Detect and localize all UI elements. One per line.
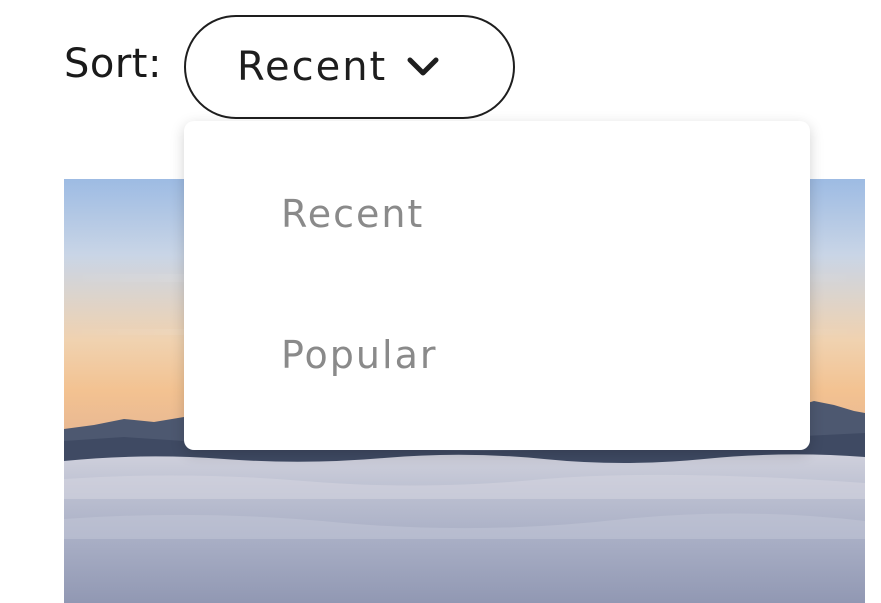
sort-label: Sort: bbox=[64, 41, 162, 87]
sort-dropdown-menu: Recent Popular bbox=[184, 121, 810, 450]
sort-dropdown-button[interactable]: Recent bbox=[184, 15, 515, 119]
chevron-down-icon bbox=[405, 55, 441, 79]
sort-option-recent[interactable]: Recent bbox=[184, 164, 810, 264]
sort-selected-value: Recent bbox=[237, 44, 388, 90]
sort-option-popular[interactable]: Popular bbox=[184, 305, 810, 405]
